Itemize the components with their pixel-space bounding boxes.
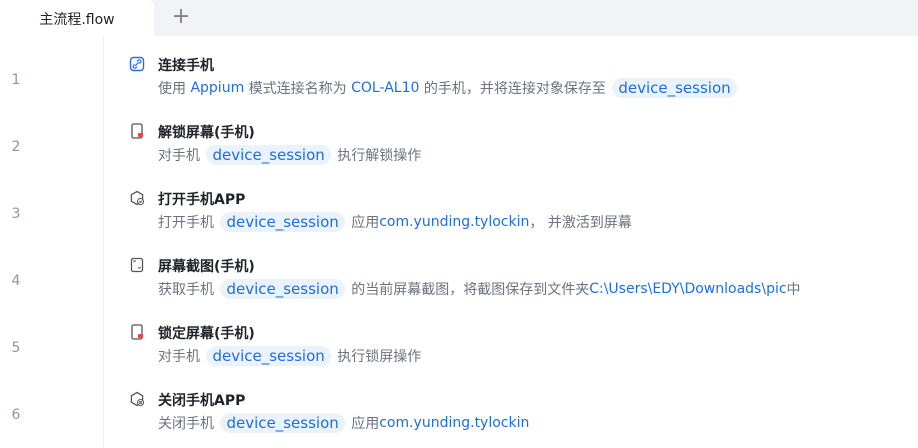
line-number: 2 [11,139,21,155]
variable-chip[interactable]: device_session [220,279,345,299]
link-icon [129,56,145,72]
flow-step-row[interactable]: 6 关闭手机APP 关闭手机 device_session 应用 com.yundin… [0,381,918,448]
step-title[interactable]: 打开手机APP [158,189,245,209]
description-text: 的当前屏幕截图，将截图保存到文件夹 [346,282,590,298]
description-text: ， 并激活到屏幕 [529,215,632,231]
description-text: 模式连接名称为 [244,81,352,97]
param-value: C:\Users\EDY\Downloads\pic [589,281,787,297]
line-number: 4 [11,273,21,289]
phone-lock-icon [129,324,145,340]
step-title[interactable]: 关闭手机APP [158,390,245,410]
flow-step-row[interactable]: 1 连接手机使用 Appium 模式连接名称为 COL-AL10 的手机，并将连接… [0,46,918,113]
line-number: 6 [11,407,21,423]
variable-chip[interactable]: device_session [206,145,331,165]
description-text: 获取手机 [158,282,219,298]
step-title[interactable]: 屏幕截图(手机) [158,256,255,276]
plus-icon: + [171,3,191,29]
step-description[interactable]: 打开手机 device_session 应用 com.yunding.tylock… [158,212,632,232]
add-tab-button[interactable]: + [168,3,194,29]
variable-chip[interactable]: device_session [612,78,737,98]
param-value: COL-AL10 [351,80,420,96]
param-value: com.yunding.tylockin [379,214,530,230]
description-text: 执行解锁操作 [332,148,422,164]
description-text: 的手机，并将连接对象保存至 [419,81,611,97]
description-text: 中 [786,282,801,298]
step-description[interactable]: 使用 Appium 模式连接名称为 COL-AL10 的手机，并将连接对象保存至… [158,78,739,98]
param-value: Appium [190,80,245,96]
description-text: 执行锁屏操作 [332,349,422,365]
description-text: 应用 [346,215,380,231]
step-description[interactable]: 关闭手机 device_session 应用 com.yunding.tylock… [158,413,529,433]
step-description[interactable]: 对手机 device_session 执行解锁操作 [158,145,421,165]
screenshot-icon [129,257,145,273]
flow-step-row[interactable]: 2 解锁屏幕(手机) 对手机 device_session 执行解锁操作 [0,113,918,180]
description-text: 使用 [158,81,191,97]
step-title[interactable]: 解锁屏幕(手机) [158,122,255,142]
flow-step-row[interactable]: 5 锁定屏幕(手机) 对手机 device_session 执行锁屏操作 [0,314,918,381]
tab-label: 主流程.flow [39,11,115,28]
step-description[interactable]: 对手机 device_session 执行锁屏操作 [158,346,421,366]
param-value: com.yunding.tylockin [379,415,530,431]
app-close-icon [129,391,145,407]
variable-chip[interactable]: device_session [220,413,345,433]
description-text: 对手机 [158,349,205,365]
description-text: 应用 [346,416,380,432]
line-number: 5 [11,340,21,356]
step-description[interactable]: 获取手机 device_session 的当前屏幕截图，将截图保存到文件夹 C:\… [158,279,801,299]
line-number: 3 [11,206,21,222]
description-text: 对手机 [158,148,205,164]
app-open-icon [129,190,145,206]
variable-chip[interactable]: device_session [220,212,345,232]
description-text: 关闭手机 [158,416,219,432]
tab-main-flow[interactable]: 主流程.flow [0,0,154,37]
tab-bar: 主流程.flow + [0,0,918,37]
step-title[interactable]: 连接手机 [158,55,214,75]
line-number: 1 [11,72,21,88]
flow-step-row[interactable]: 4 屏幕截图(手机) 获取手机 device_session 的当前屏幕截图，将截图… [0,247,918,314]
step-title[interactable]: 锁定屏幕(手机) [158,323,255,343]
phone-unlock-icon [129,123,145,139]
flow-step-row[interactable]: 3 打开手机APP 打开手机 device_session 应用 com.yundin… [0,180,918,247]
variable-chip[interactable]: device_session [206,346,331,366]
description-text: 打开手机 [158,215,219,231]
